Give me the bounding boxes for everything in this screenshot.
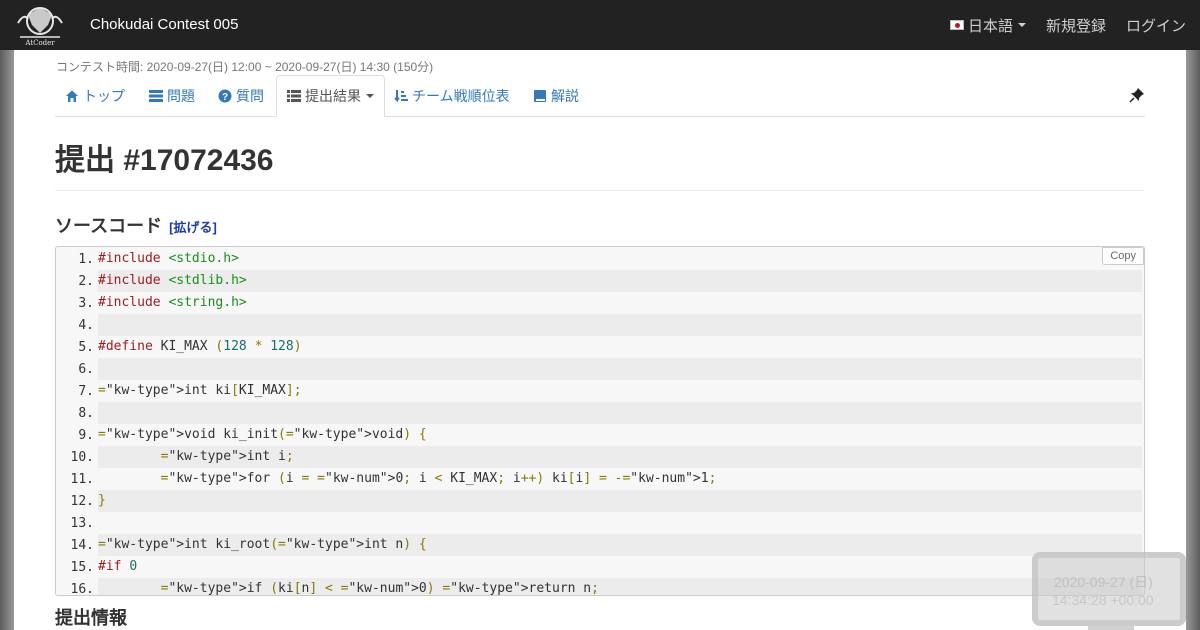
code-line: 11. ="kw-type">for (i = ="kw-num">0; i <…: [56, 468, 1144, 490]
code-line: 10. ="kw-type">int i;: [56, 446, 1144, 468]
sort-icon: [394, 90, 408, 103]
chevron-down-icon: [1017, 23, 1026, 27]
line-code: #include <stdio.h>: [98, 248, 1142, 270]
line-number: 4.: [78, 317, 94, 333]
line-number: 10.: [70, 449, 94, 465]
line-number: 2.: [78, 273, 94, 289]
list-icon: [287, 90, 301, 102]
clock-time: 14:34:28 +00:00: [1052, 592, 1154, 608]
list-icon: [149, 90, 163, 102]
tab-editorial[interactable]: 解説: [533, 75, 579, 117]
signup-link[interactable]: 新規登録: [1046, 15, 1106, 36]
question-icon: ?: [218, 89, 232, 103]
tab-label: トップ: [83, 88, 125, 104]
code-line: 12.}: [56, 490, 1144, 512]
tab-label: 質問: [236, 88, 264, 104]
code-line: 14. ="kw-type">int ki_root(="kw-type">int…: [56, 534, 1144, 556]
code-line: 7. ="kw-type">int ki[KI_MAX];: [56, 380, 1144, 402]
chevron-down-icon: [366, 94, 374, 98]
line-code: ="kw-type">int i;: [98, 446, 1142, 468]
source-code-title: ソースコード: [55, 216, 163, 236]
line-code: [98, 402, 1142, 424]
expand-link[interactable]: [拡げる]: [169, 220, 217, 235]
line-number: 13.: [70, 515, 94, 531]
language-label: 日本語: [967, 17, 1013, 35]
atcoder-logo[interactable]: AtCoder: [14, 3, 66, 47]
source-code-heading: ソースコード [拡げる]: [55, 212, 217, 238]
line-code: #define KI_MAX (128 * 128): [98, 336, 1142, 358]
japan-flag-icon: [949, 20, 964, 30]
home-icon: [66, 90, 78, 102]
tab-submissions[interactable]: 提出結果: [276, 75, 385, 117]
line-number: 15.: [70, 559, 94, 575]
line-code: #if 0: [98, 556, 1142, 578]
line-number: 7.: [78, 383, 94, 399]
tab-clarifications[interactable]: ? 質問: [218, 75, 264, 117]
code-line: 13.: [56, 512, 1144, 534]
svg-text:?: ?: [222, 92, 228, 103]
line-number: 11.: [70, 471, 94, 487]
tab-team-standings[interactable]: チーム戦順位表: [394, 75, 510, 117]
code-line: 15. #if 0: [56, 556, 1144, 578]
tab-top[interactable]: トップ: [65, 75, 125, 117]
code-line: 5. #define KI_MAX (128 * 128): [56, 336, 1144, 358]
clock-overlay: 2020-09-27 (日) 14:34:28 +00:00: [1032, 552, 1186, 626]
language-dropdown[interactable]: 日本語: [949, 15, 1026, 36]
contest-tabs: トップ 問題 ? 質問 提出結果 チーム戦順位表 解説: [55, 75, 1145, 117]
line-code: [98, 358, 1142, 380]
right-gutter: [1186, 50, 1200, 630]
source-code-box[interactable]: 1. #include <stdio.h> 2. #include <stdlib.h…: [55, 246, 1145, 596]
line-code: ="kw-type">int ki[KI_MAX];: [98, 380, 1142, 402]
navbar-right: 日本語 新規登録 ログイン: [930, 0, 1186, 50]
clock-date: 2020-09-27 (日): [1054, 574, 1153, 590]
line-number: 1.: [78, 251, 94, 267]
code-line: 4.: [56, 314, 1144, 336]
line-number: 9.: [78, 427, 94, 443]
line-code: ="kw-type">for (i = ="kw-num">0; i < KI_…: [98, 468, 1142, 490]
code-lines: 1. #include <stdio.h> 2. #include <stdlib.h…: [56, 248, 1144, 596]
line-code: ="kw-type">int ki_root(="kw-type">int n)…: [98, 534, 1142, 556]
line-code: [98, 314, 1142, 336]
line-code: #include <string.h>: [98, 292, 1142, 314]
tab-label: 提出結果: [305, 88, 361, 104]
tab-label: 解説: [551, 88, 579, 104]
left-gutter: [0, 50, 14, 630]
contest-time: コンテスト時間: 2020-09-27(日) 12:00 ~ 2020-09-2…: [56, 60, 434, 74]
top-navbar: AtCoder Chokudai Contest 005 日本語 新規登録 ログ…: [0, 0, 1200, 50]
page-title: 提出 #17072436: [55, 144, 274, 177]
code-line: 6.: [56, 358, 1144, 380]
line-number: 8.: [78, 405, 94, 421]
contest-brand-link[interactable]: Chokudai Contest 005: [90, 16, 238, 33]
code-line: 16. ="kw-type">if (ki[n] < ="kw-num">0) …: [56, 578, 1144, 596]
line-number: 12.: [70, 493, 94, 509]
pin-icon[interactable]: [1129, 87, 1145, 103]
login-link[interactable]: ログイン: [1126, 15, 1186, 36]
code-line: 3. #include <string.h>: [56, 292, 1144, 314]
code-line: 9. ="kw-type">void ki_init(="kw-type">voi…: [56, 424, 1144, 446]
line-number: 3.: [78, 295, 94, 311]
code-line: 1. #include <stdio.h>: [56, 248, 1144, 270]
tab-label: 問題: [167, 88, 195, 104]
code-line: 8.: [56, 402, 1144, 424]
tab-tasks[interactable]: 問題: [149, 75, 195, 117]
line-code: #include <stdlib.h>: [98, 270, 1142, 292]
copy-button[interactable]: Copy: [1102, 247, 1144, 265]
line-code: }: [98, 490, 1142, 512]
book-icon: [534, 90, 546, 102]
line-number: 5.: [78, 339, 94, 355]
clock-handle: [1088, 626, 1134, 630]
submission-info-heading: 提出情報: [55, 608, 127, 628]
line-code: ="kw-type">void ki_init(="kw-type">void)…: [98, 424, 1142, 446]
line-code: [98, 512, 1142, 534]
code-line: 2. #include <stdlib.h>: [56, 270, 1144, 292]
tab-label: チーム戦順位表: [412, 88, 510, 104]
divider: [55, 190, 1145, 191]
logo-text: AtCoder: [24, 39, 55, 47]
line-code: ="kw-type">if (ki[n] < ="kw-num">0) ="kw…: [98, 578, 1142, 595]
line-number: 6.: [78, 361, 94, 377]
line-number: 16.: [70, 581, 94, 596]
line-number: 14.: [70, 537, 94, 553]
